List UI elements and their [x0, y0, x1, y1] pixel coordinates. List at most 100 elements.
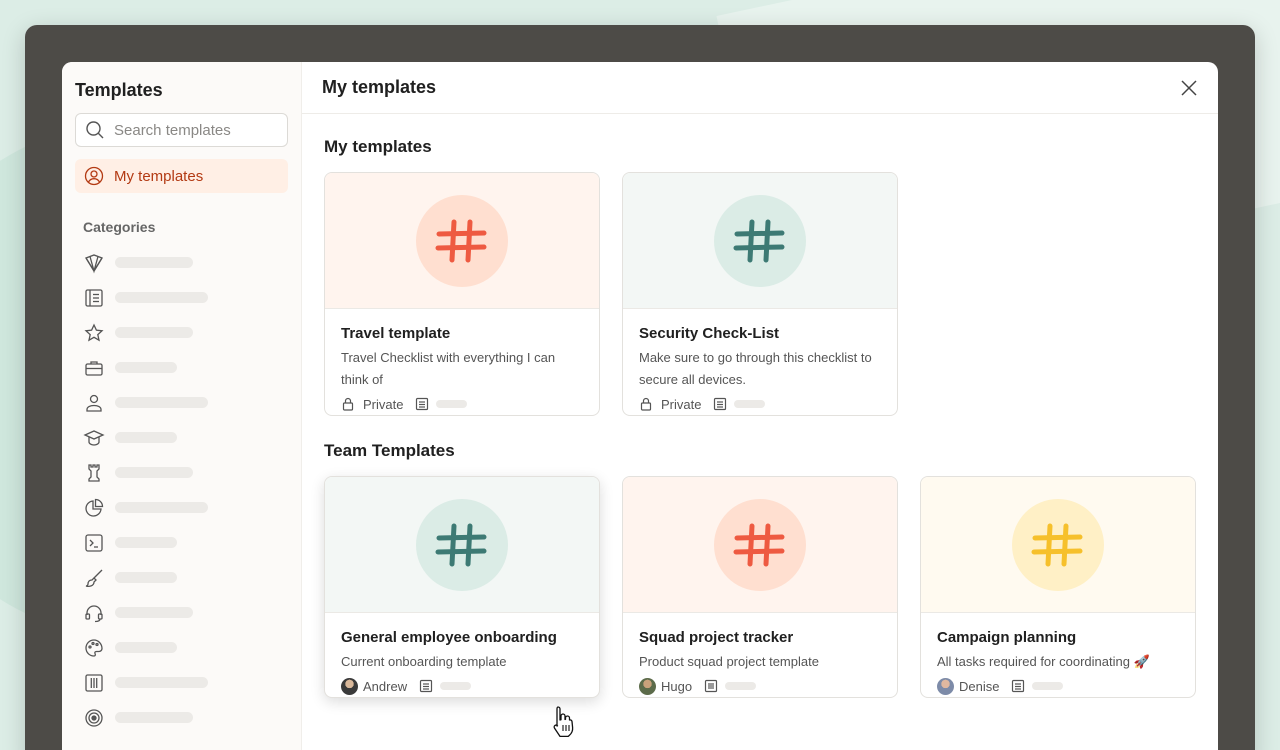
- main-header: My templates: [302, 62, 1218, 114]
- team-templates-cards: General employee onboarding Current onbo…: [324, 476, 1196, 698]
- card-meta: Private: [341, 393, 583, 415]
- person-icon: [86, 394, 102, 412]
- board-view-icon: [704, 679, 718, 693]
- template-card[interactable]: Travel template Travel Checklist with ev…: [324, 172, 600, 416]
- card-hero: [921, 477, 1195, 613]
- card-title: Travel template: [341, 325, 451, 342]
- card-description: Travel Checklist with everything I can t…: [341, 350, 556, 387]
- my-templates-cards: Travel template Travel Checklist with ev…: [324, 172, 1196, 416]
- gem-icon: [85, 253, 103, 273]
- category-item[interactable]: [75, 490, 288, 525]
- card-meta: Private: [639, 393, 881, 415]
- category-item[interactable]: [75, 385, 288, 420]
- template-card[interactable]: Security Check-List Make sure to go thro…: [622, 172, 898, 416]
- category-item[interactable]: [75, 455, 288, 490]
- list-view-icon: [419, 679, 433, 693]
- visibility-label: Private: [363, 396, 404, 412]
- card-title: Squad project tracker: [639, 629, 794, 646]
- card-meta: Denise: [937, 675, 1179, 697]
- hashtag-icon: [733, 523, 785, 566]
- list-view-icon: [714, 397, 727, 411]
- lock-icon: [640, 397, 652, 411]
- pie-chart-icon: [85, 498, 104, 517]
- card-description: Make sure to go through this checklist t…: [639, 350, 872, 387]
- page-title: My templates: [322, 77, 437, 97]
- card-hero: [325, 173, 599, 309]
- section-title-team-templates: Team Templates: [324, 441, 455, 460]
- card-description: All tasks required for coordinating 🚀: [937, 654, 1150, 669]
- category-item[interactable]: [75, 665, 288, 700]
- templates-main: My templates My templates Travel templat…: [302, 62, 1218, 750]
- graduation-cap-icon: [83, 429, 105, 446]
- category-item[interactable]: [75, 280, 288, 315]
- template-card[interactable]: General employee onboarding Current onbo…: [324, 476, 600, 698]
- close-button[interactable]: [1176, 75, 1202, 101]
- category-item[interactable]: [75, 420, 288, 455]
- lock-icon: [342, 397, 354, 411]
- card-meta: Andrew: [341, 675, 583, 697]
- category-item[interactable]: [75, 700, 288, 735]
- hashtag-icon: [733, 219, 785, 262]
- templates-sidebar: Templates My templates Categories: [62, 62, 302, 750]
- category-item[interactable]: [75, 315, 288, 350]
- card-meta: Hugo: [639, 675, 881, 697]
- category-item[interactable]: [75, 630, 288, 665]
- search-box[interactable]: [75, 113, 288, 147]
- search-input[interactable]: [114, 121, 274, 139]
- card-hero: [623, 173, 897, 309]
- sidebar-item-my-templates[interactable]: My templates: [75, 159, 288, 193]
- hand-pointer-cursor-icon: [553, 706, 574, 738]
- card-title: Campaign planning: [937, 629, 1077, 646]
- avatar: [341, 677, 358, 695]
- templates-modal: Templates My templates Categories: [62, 62, 1218, 750]
- paintbrush-icon: [85, 569, 103, 587]
- avatar: [937, 677, 954, 695]
- hero-circle: [714, 194, 806, 287]
- owner-name: Andrew: [363, 678, 408, 694]
- category-item[interactable]: [75, 595, 288, 630]
- hashtag-icon: [435, 523, 487, 566]
- columns-board-icon: [85, 673, 103, 692]
- hashtag-icon: [1031, 523, 1083, 566]
- palette-icon: [85, 638, 103, 657]
- category-item[interactable]: [75, 350, 288, 385]
- card-description: Current onboarding template: [341, 654, 507, 669]
- hero-circle: [1012, 498, 1104, 591]
- template-card[interactable]: Campaign planning All tasks required for…: [920, 476, 1196, 698]
- list-view-icon: [416, 397, 429, 411]
- owner-name: Denise: [959, 678, 1000, 694]
- target-icon: [85, 708, 103, 727]
- briefcase-icon: [85, 360, 103, 376]
- section-title-my-templates: My templates: [324, 137, 432, 156]
- card-title: General employee onboarding: [341, 629, 557, 646]
- owner-name: Hugo: [661, 678, 693, 694]
- card-hero: [325, 477, 599, 613]
- category-list: [75, 245, 288, 735]
- sidebar-title: Templates: [75, 80, 163, 100]
- card-title: Security Check-List: [639, 325, 780, 342]
- visibility-label: Private: [661, 396, 702, 412]
- template-card[interactable]: Squad project tracker Product squad proj…: [622, 476, 898, 698]
- user-circle-icon: [84, 166, 104, 186]
- categories-heading: Categories: [83, 219, 156, 235]
- close-icon: [1181, 79, 1197, 96]
- category-item[interactable]: [75, 560, 288, 595]
- list-view-icon: [1012, 679, 1025, 693]
- templates-content: My templates Travel template Travel Chec…: [302, 114, 1218, 698]
- terminal-icon: [85, 533, 103, 552]
- headset-icon: [85, 604, 103, 622]
- card-hero: [623, 477, 897, 613]
- hashtag-icon: [435, 219, 487, 262]
- hero-circle: [416, 194, 508, 287]
- hero-circle: [714, 498, 806, 591]
- card-description: Product squad project template: [639, 654, 819, 669]
- sidebar-item-label: My templates: [114, 167, 204, 185]
- star-icon: [84, 322, 104, 341]
- document-list-icon: [85, 288, 103, 307]
- avatar: [639, 677, 656, 695]
- chess-rook-icon: [88, 463, 100, 482]
- search-icon: [86, 121, 104, 139]
- category-item[interactable]: [75, 525, 288, 560]
- hero-circle: [416, 498, 508, 591]
- category-item[interactable]: [75, 245, 288, 280]
